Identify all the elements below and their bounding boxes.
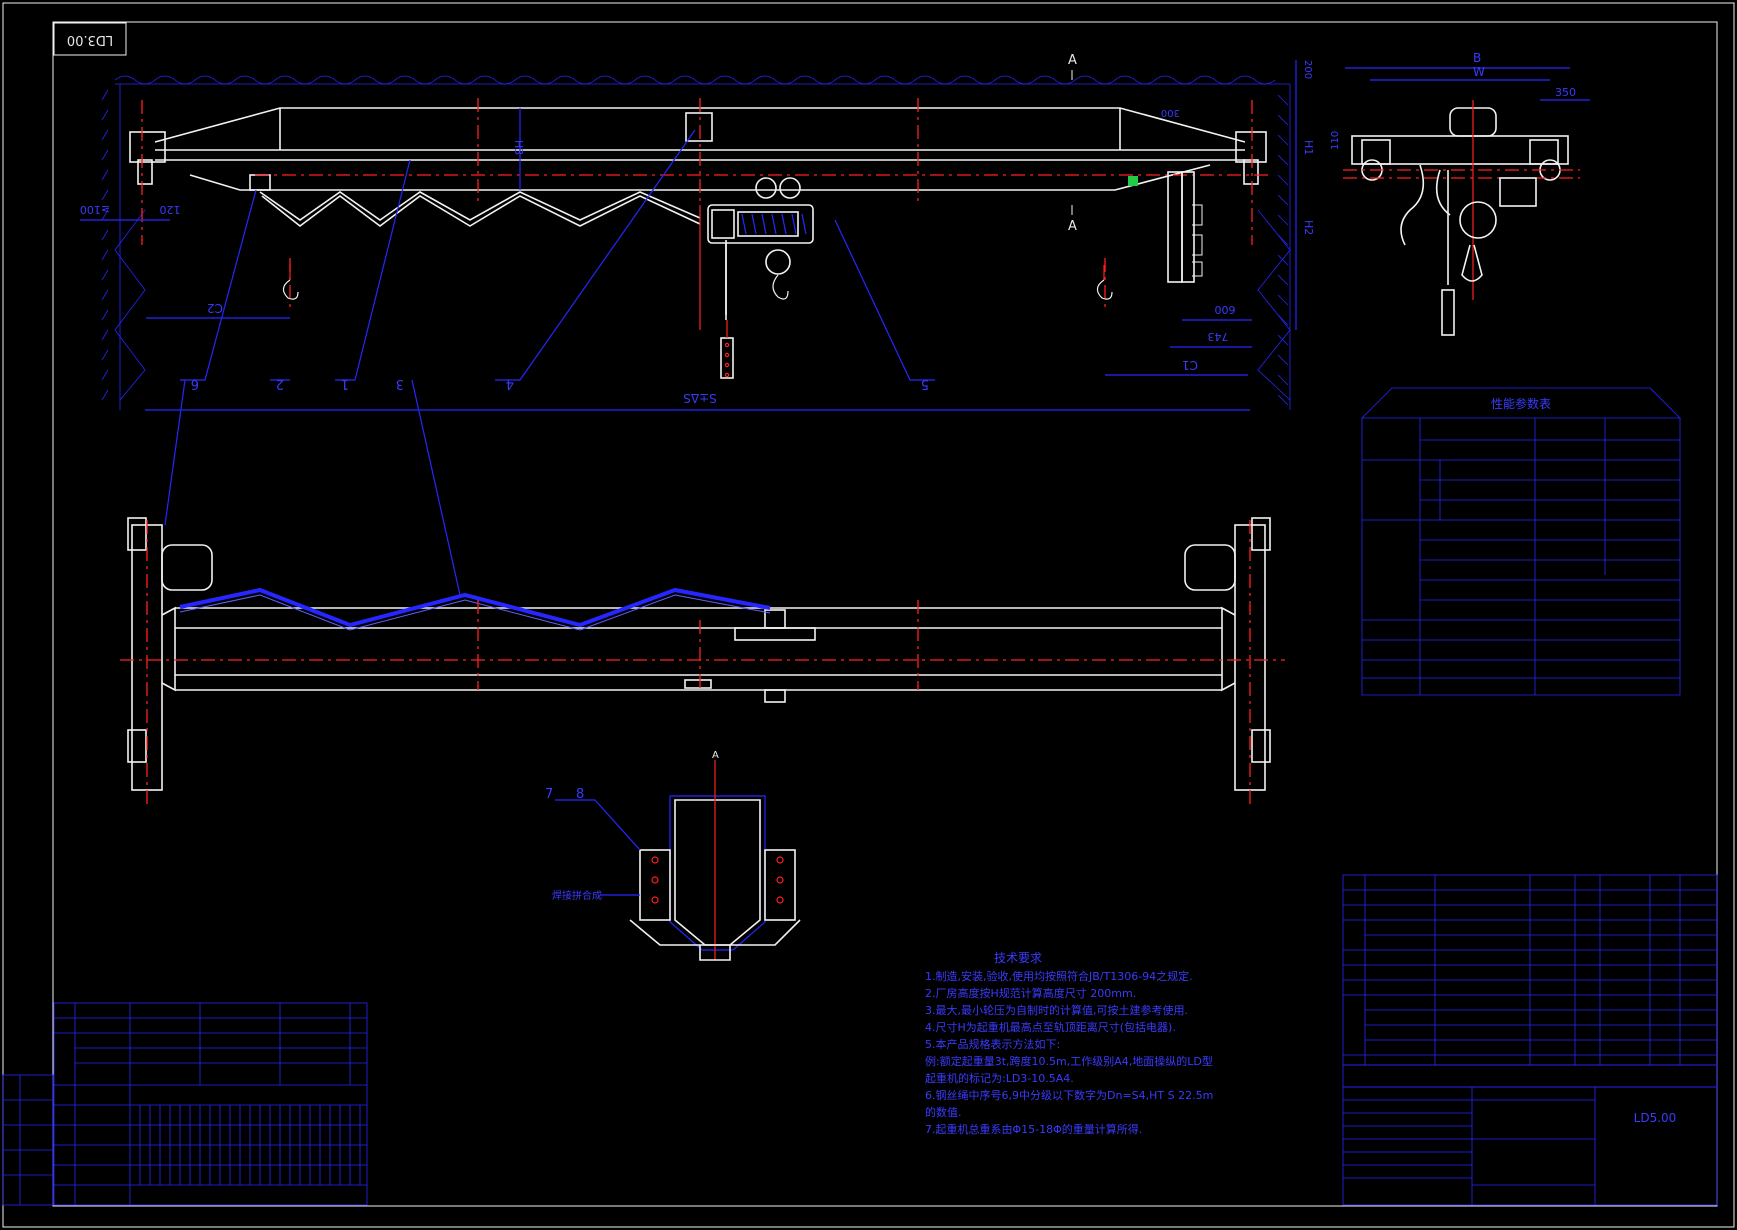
dim-120: 120 bbox=[160, 203, 181, 216]
drawing-number: LD3.00 bbox=[67, 32, 113, 47]
dim-h1: H1 bbox=[1302, 140, 1315, 155]
dim-300: 300 bbox=[1161, 107, 1180, 118]
section-label-top: A bbox=[1068, 53, 1077, 68]
elevation-view: S±ΔS C2 C1 600 743 ≥100 120 H3 200 H1 H2… bbox=[80, 53, 1315, 596]
tech-req-1: 1.制造,安装,验收,使用均按照符合JB/T1306-94之规定. bbox=[925, 969, 1193, 983]
spec-table bbox=[2, 1002, 368, 1206]
callout-4: 4 bbox=[506, 376, 514, 391]
side-view: B W 350 110 bbox=[1330, 51, 1590, 336]
dim-c1: C1 bbox=[1182, 358, 1198, 372]
tech-req-4: 4.尺寸H为起重机最高点至轨顶距离尺寸(包括电器). bbox=[925, 1020, 1176, 1034]
dim-b: B bbox=[1473, 51, 1481, 65]
inner-border bbox=[52, 21, 1718, 1207]
tech-req-3: 3.最大,最小轮压为自制时的计算值,可按土建参考使用. bbox=[925, 1003, 1188, 1017]
dim-600: 600 bbox=[1215, 303, 1236, 316]
callout-1: 1 bbox=[341, 376, 349, 391]
performance-table: 性能参数表 bbox=[1361, 387, 1681, 696]
crane-engineering-drawing: LD3.00 S±ΔS C2 C1 600 743 ≥100 120 H3 20… bbox=[2, 2, 1735, 1228]
tech-req-8: 6.钢丝绳中序号6,9中分级以下数字为Dn=S4,HT S 22.5m bbox=[925, 1088, 1213, 1102]
title-block-drawing-number: LD5.00 bbox=[1634, 1111, 1677, 1125]
dim-350: 350 bbox=[1555, 86, 1576, 99]
tech-req-2: 2.厂房高度按H规范计算高度尺寸 200mm. bbox=[925, 986, 1136, 1000]
callout-5: 5 bbox=[921, 376, 929, 391]
tech-requirements: 技术要求 1.制造,安装,验收,使用均按照符合JB/T1306-94之规定. 2… bbox=[925, 951, 1213, 1136]
dim-110: 110 bbox=[1330, 131, 1341, 150]
callout-8: 8 bbox=[576, 787, 584, 802]
section-label-bottom: A bbox=[1068, 219, 1077, 234]
callout-7: 7 bbox=[545, 787, 553, 802]
section-view: A 7 8 焊接拼合成 bbox=[545, 750, 801, 961]
callout-3: 3 bbox=[396, 376, 404, 391]
dim-span: S±ΔS bbox=[683, 391, 717, 405]
dim-c2: C2 bbox=[207, 301, 223, 315]
section-label: A bbox=[712, 750, 719, 761]
dim-h2: H2 bbox=[1302, 220, 1315, 235]
dim-100: ≥100 bbox=[80, 203, 110, 216]
outer-border bbox=[2, 2, 1735, 1228]
dim-w: W bbox=[1473, 65, 1485, 79]
dim-743: 743 bbox=[1208, 330, 1229, 343]
callout-2: 2 bbox=[276, 376, 284, 391]
dim-200: 200 bbox=[1302, 60, 1313, 79]
callout-6: 6 bbox=[191, 376, 199, 391]
perf-table-title: 性能参数表 bbox=[1491, 396, 1551, 411]
dim-h3: H3 bbox=[512, 140, 525, 155]
tech-req-7: 起重机的标记为:LD3-10.5A4. bbox=[925, 1071, 1074, 1085]
tech-req-6: 例:额定起重量3t,跨度10.5m,工作级别A4,地面操纵的LD型 bbox=[925, 1054, 1213, 1068]
tech-req-5: 5.本产品规格表示方法如下: bbox=[925, 1037, 1060, 1051]
tech-req-10: 7.起重机总重系由Φ15-18Φ的重量计算所得. bbox=[925, 1122, 1142, 1136]
plan-view bbox=[120, 517, 1285, 805]
tech-req-title: 技术要求 bbox=[994, 951, 1042, 965]
parts-list: LD5.00 bbox=[1342, 874, 1718, 1206]
section-note: 焊接拼合成 bbox=[552, 889, 602, 902]
tech-req-9: 的数值. bbox=[925, 1105, 962, 1119]
